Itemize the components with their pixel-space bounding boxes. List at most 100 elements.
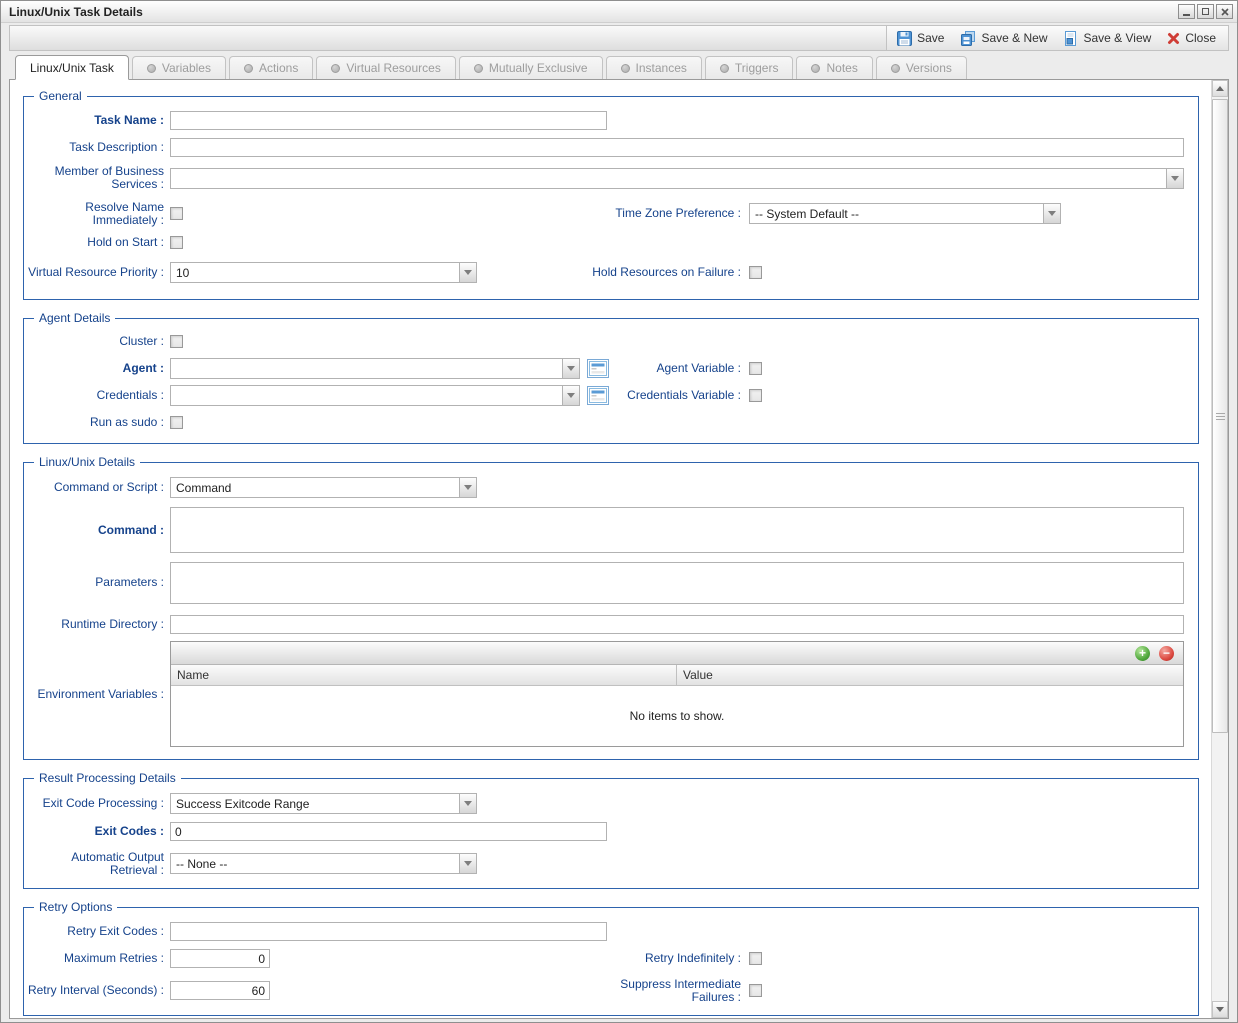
chevron-down-icon bbox=[459, 794, 476, 813]
result-processing-section: Result Processing Details Exit Code Proc… bbox=[23, 771, 1199, 889]
value-column-header[interactable]: Value bbox=[677, 665, 1183, 685]
vertical-scrollbar[interactable] bbox=[1211, 80, 1228, 1018]
parameters-label: Parameters : bbox=[26, 576, 164, 589]
resolve-name-immediately-checkbox[interactable] bbox=[170, 207, 183, 220]
chevron-down-icon bbox=[562, 386, 579, 405]
retry-options-section: Retry Options Retry Exit Codes : Maximum… bbox=[23, 900, 1199, 1016]
tab-status-dot-icon bbox=[147, 64, 156, 73]
retry-exit-codes-input[interactable] bbox=[170, 922, 607, 941]
tab-mutually-exclusive[interactable]: Mutually Exclusive bbox=[459, 56, 603, 79]
save-and-view-button[interactable]: Save & View bbox=[1063, 31, 1151, 46]
tab-label: Notes bbox=[826, 61, 857, 75]
agent-select[interactable] bbox=[170, 358, 580, 379]
hold-resources-on-failure-checkbox[interactable] bbox=[749, 266, 762, 279]
exit-code-processing-select[interactable]: Success Exitcode Range bbox=[170, 793, 477, 814]
agent-details-legend: Agent Details bbox=[34, 311, 115, 325]
tab-virtual-resources[interactable]: Virtual Resources bbox=[316, 56, 456, 79]
tab-triggers[interactable]: Triggers bbox=[705, 56, 794, 79]
chevron-down-icon bbox=[459, 263, 476, 282]
suppress-intermediate-failures-checkbox[interactable] bbox=[749, 984, 762, 997]
scroll-down-button[interactable] bbox=[1212, 1001, 1228, 1018]
scroll-down-arrow-icon bbox=[1216, 1007, 1224, 1012]
hold-resources-group: Hold Resources on Failure : bbox=[581, 259, 762, 286]
tab-status-dot-icon bbox=[244, 64, 253, 73]
green-plus-orb-icon: + bbox=[1139, 646, 1146, 660]
tab-actions[interactable]: Actions bbox=[229, 56, 313, 79]
maximize-button[interactable] bbox=[1197, 4, 1214, 19]
save-label: Save bbox=[917, 31, 944, 45]
environment-variables-empty-message: No items to show. bbox=[171, 686, 1183, 746]
environment-variables-header: Name Value bbox=[171, 665, 1183, 686]
retry-indefinitely-checkbox[interactable] bbox=[749, 952, 762, 965]
tab-status-dot-icon bbox=[720, 64, 729, 73]
runtime-directory-input[interactable] bbox=[170, 615, 1184, 634]
parameters-textarea[interactable] bbox=[170, 562, 1184, 604]
chevron-down-icon bbox=[459, 478, 476, 497]
minimize-icon bbox=[1183, 14, 1190, 16]
runtime-directory-label: Runtime Directory : bbox=[26, 618, 164, 631]
exit-codes-label: Exit Codes : bbox=[26, 825, 164, 838]
scrollbar-thumb[interactable] bbox=[1212, 99, 1228, 733]
task-description-input[interactable] bbox=[170, 138, 1184, 157]
tab-notes[interactable]: Notes bbox=[796, 56, 872, 79]
save-button[interactable]: Save bbox=[897, 31, 944, 46]
scroll-up-arrow-icon bbox=[1216, 86, 1224, 91]
time-zone-preference-select[interactable]: -- System Default -- bbox=[749, 203, 1061, 224]
tab-status-dot-icon bbox=[811, 64, 820, 73]
task-details-window: Linux/Unix Task Details Save bbox=[0, 0, 1238, 1023]
task-form-panel: General Task Name : Task Description : M… bbox=[9, 79, 1229, 1019]
suppress-intermediate-failures-group: Suppress Intermediate Failures : bbox=[581, 977, 762, 1004]
tab-label: Variables bbox=[162, 61, 211, 75]
retry-exit-codes-label: Retry Exit Codes : bbox=[26, 925, 164, 938]
virtual-resource-priority-select[interactable]: 10 bbox=[170, 262, 477, 283]
general-section: General Task Name : Task Description : M… bbox=[23, 89, 1199, 300]
add-row-button[interactable]: + bbox=[1135, 646, 1150, 661]
retry-indefinitely-label: Retry Indefinitely : bbox=[581, 952, 741, 965]
save-and-new-label: Save & New bbox=[981, 31, 1047, 45]
close-button[interactable]: Close bbox=[1167, 31, 1216, 45]
virtual-resource-priority-label: Virtual Resource Priority : bbox=[26, 266, 164, 279]
remove-row-button[interactable]: − bbox=[1159, 646, 1174, 661]
floppy-disk-icon bbox=[897, 31, 912, 46]
tab-versions[interactable]: Versions bbox=[876, 56, 967, 79]
tab-label: Versions bbox=[906, 61, 952, 75]
save-and-view-label: Save & View bbox=[1083, 31, 1151, 45]
maximum-retries-input[interactable] bbox=[170, 949, 270, 968]
automatic-output-retrieval-select[interactable]: -- None -- bbox=[170, 853, 477, 874]
agent-variable-checkbox[interactable] bbox=[749, 362, 762, 375]
close-window-button[interactable] bbox=[1216, 4, 1233, 19]
credentials-variable-checkbox[interactable] bbox=[749, 389, 762, 402]
exit-code-processing-label: Exit Code Processing : bbox=[26, 797, 164, 810]
minimize-button[interactable] bbox=[1178, 4, 1195, 19]
maximize-icon bbox=[1202, 8, 1209, 15]
command-textarea[interactable] bbox=[170, 507, 1184, 553]
run-as-sudo-checkbox[interactable] bbox=[170, 416, 183, 429]
member-of-business-services-select[interactable] bbox=[170, 168, 1184, 189]
environment-variables-label: Environment Variables : bbox=[26, 688, 164, 701]
exit-codes-input[interactable] bbox=[170, 822, 607, 841]
agent-variable-label: Agent Variable : bbox=[581, 362, 741, 375]
chevron-down-icon bbox=[562, 359, 579, 378]
tab-instances[interactable]: Instances bbox=[606, 56, 702, 79]
member-of-business-services-label: Member of Business Services : bbox=[26, 165, 164, 191]
tab-variables[interactable]: Variables bbox=[132, 56, 226, 79]
name-column-header[interactable]: Name bbox=[171, 665, 677, 685]
page-with-floppy-icon bbox=[1063, 31, 1078, 46]
title-bar: Linux/Unix Task Details bbox=[1, 1, 1237, 23]
toolbar-spacer bbox=[10, 26, 886, 50]
retry-interval-input[interactable] bbox=[170, 981, 270, 1000]
tab-linux-unix-task[interactable]: Linux/Unix Task bbox=[15, 55, 129, 80]
chevron-down-icon bbox=[1043, 204, 1060, 223]
maximum-retries-label: Maximum Retries : bbox=[26, 952, 164, 965]
command-or-script-select[interactable]: Command bbox=[170, 477, 477, 498]
save-and-new-button[interactable]: Save & New bbox=[960, 31, 1047, 46]
cluster-checkbox[interactable] bbox=[170, 335, 183, 348]
time-zone-preference-label: Time Zone Preference : bbox=[581, 207, 741, 220]
task-name-input[interactable] bbox=[170, 111, 607, 130]
credentials-variable-group: Credentials Variable : bbox=[581, 385, 762, 406]
tab-bar: Linux/Unix Task Variables Actions Virtua… bbox=[9, 54, 1229, 79]
credentials-select[interactable] bbox=[170, 385, 580, 406]
hold-on-start-checkbox[interactable] bbox=[170, 236, 183, 249]
window-controls bbox=[1178, 4, 1233, 19]
scroll-up-button[interactable] bbox=[1212, 80, 1228, 97]
